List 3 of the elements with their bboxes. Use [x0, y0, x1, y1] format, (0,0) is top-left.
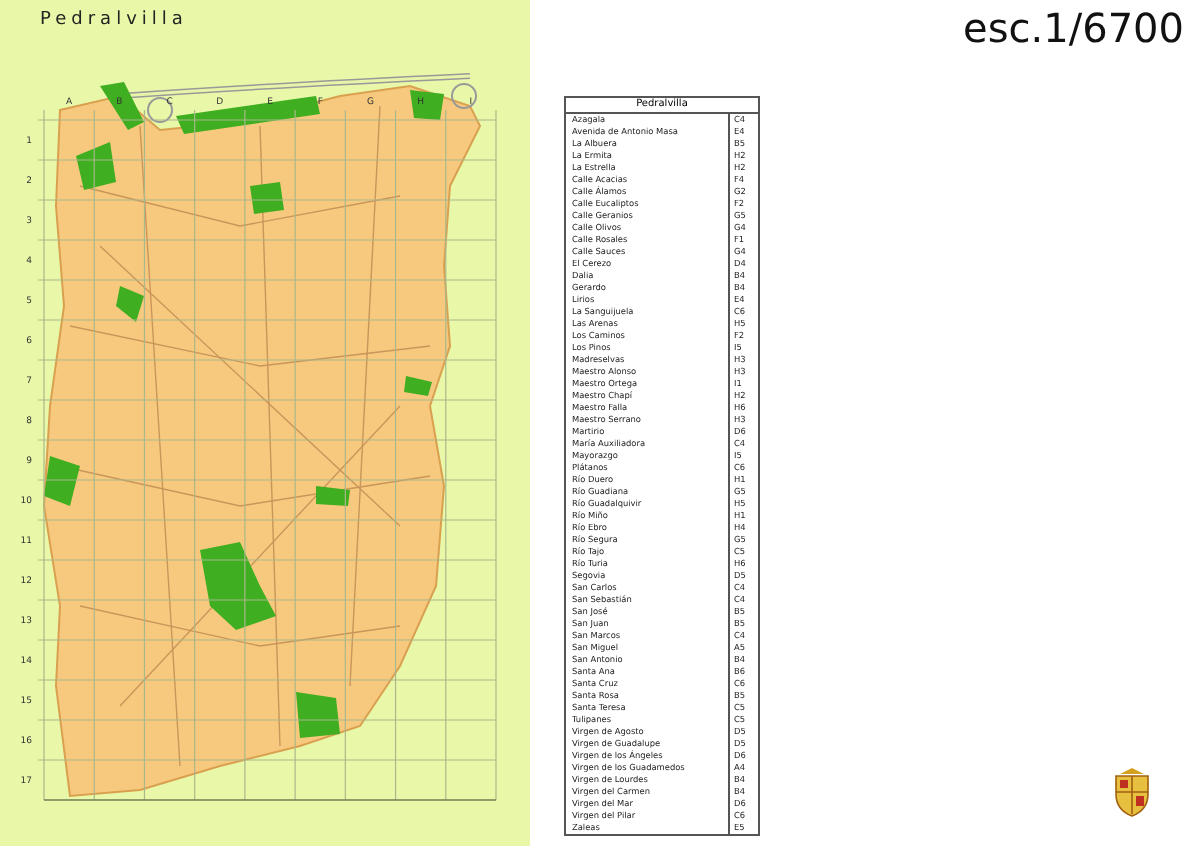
- map-title: Pedralvilla: [38, 8, 190, 34]
- map-scale: esc.1/6700: [963, 4, 1184, 52]
- coat-of-arms-icon: [1110, 766, 1154, 818]
